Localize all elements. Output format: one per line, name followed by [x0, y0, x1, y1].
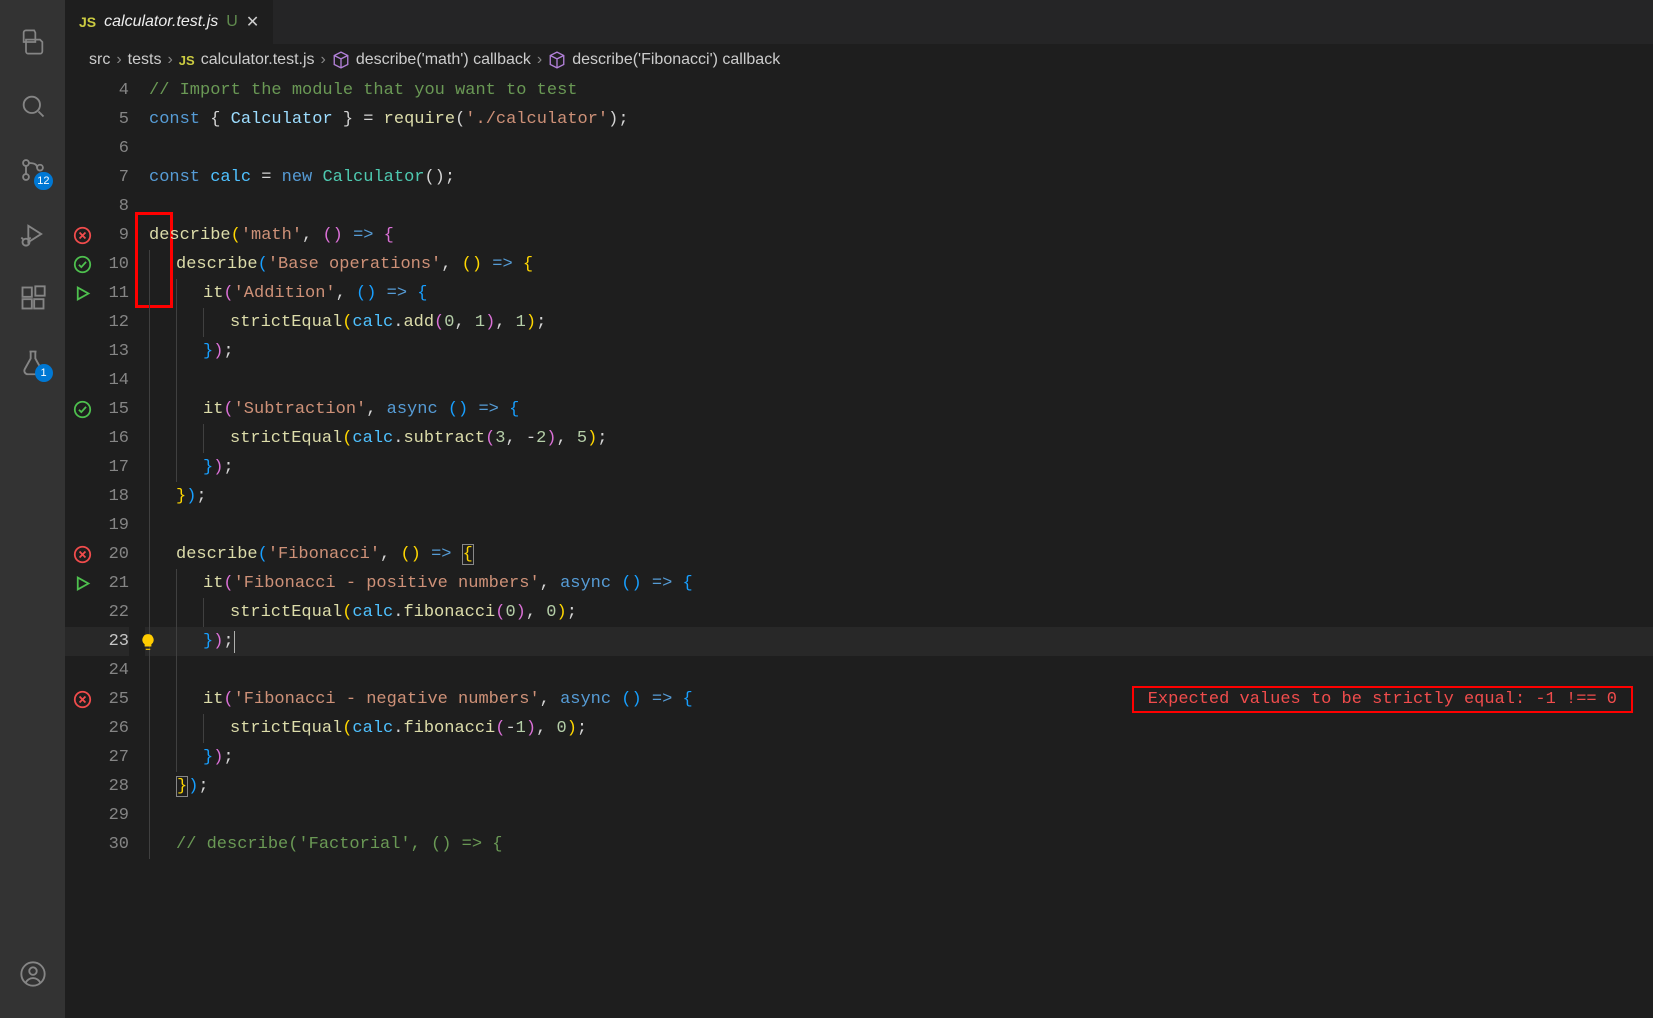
account-icon[interactable] [9, 950, 57, 998]
tab-calculator-test[interactable]: JS calculator.test.js U ✕ [65, 0, 273, 44]
editor-area: JS calculator.test.js U ✕ src › tests › … [65, 0, 1653, 1018]
breadcrumb-file[interactable]: calculator.test.js [201, 51, 315, 69]
code-editor[interactable]: 4 5 6 7 8 9 10 11 12 13 14 15 16 17 18 1… [65, 76, 1653, 1018]
line-numbers: 4 5 6 7 8 9 10 11 12 13 14 15 16 17 18 1… [99, 76, 145, 1018]
breadcrumb-symbol[interactable]: describe('Fibonacci') callback [572, 51, 780, 69]
gutter [65, 76, 99, 1018]
cursor [234, 631, 235, 653]
test-pass-icon[interactable] [65, 395, 99, 424]
symbol-method-icon [548, 51, 566, 69]
test-badge: 1 [35, 364, 53, 382]
breadcrumb-segment[interactable]: tests [128, 51, 162, 69]
extensions-icon[interactable] [9, 274, 57, 322]
test-fail-icon[interactable] [65, 685, 99, 714]
test-pass-icon[interactable] [65, 250, 99, 279]
activity-bar: 12 1 [0, 0, 65, 1018]
lightbulb-icon[interactable] [139, 633, 157, 651]
chevron-right-icon: › [537, 51, 542, 69]
tab-modified-indicator: U [226, 13, 238, 31]
error-inline-message[interactable]: Expected values to be strictly equal: -1… [1132, 686, 1633, 713]
breadcrumb-symbol[interactable]: describe('math') callback [356, 51, 531, 69]
explorer-icon[interactable] [9, 18, 57, 66]
close-icon[interactable]: ✕ [246, 12, 259, 32]
test-fail-icon[interactable] [65, 540, 99, 569]
code-content[interactable]: // Import the module that you want to te… [145, 76, 1653, 1018]
scm-badge: 12 [34, 172, 52, 190]
tab-name: calculator.test.js [104, 13, 218, 31]
js-file-icon: JS [179, 53, 195, 68]
test-run-icon[interactable] [65, 279, 99, 308]
test-fail-icon[interactable] [65, 221, 99, 250]
debug-icon[interactable] [9, 210, 57, 258]
testing-icon[interactable]: 1 [9, 338, 57, 386]
search-icon[interactable] [9, 82, 57, 130]
chevron-right-icon: › [321, 51, 326, 69]
breadcrumb-segment[interactable]: src [89, 51, 110, 69]
test-run-icon[interactable] [65, 569, 99, 598]
tab-bar: JS calculator.test.js U ✕ [65, 0, 1653, 44]
symbol-method-icon [332, 51, 350, 69]
chevron-right-icon: › [116, 51, 121, 69]
chevron-right-icon: › [167, 51, 172, 69]
js-file-icon: JS [79, 14, 96, 30]
source-control-icon[interactable]: 12 [9, 146, 57, 194]
breadcrumb[interactable]: src › tests › JS calculator.test.js › de… [65, 44, 1653, 76]
